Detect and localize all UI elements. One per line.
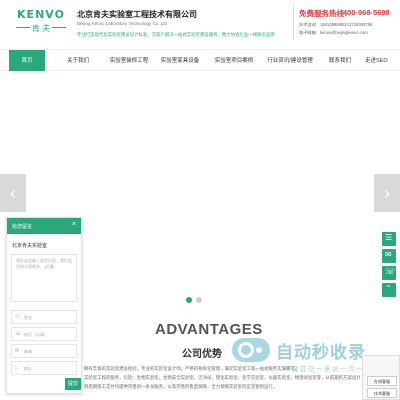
nav-item-lab-furniture[interactable]: 实验室家具设备 — [155, 50, 205, 72]
watermark-logo-icon — [232, 338, 270, 362]
address-placeholder: 地址 — [24, 366, 32, 371]
advantages-text-line: 到后期施工交付均提供完善的一条龙服务，以及完善的售后保障，全力保障实验室的正常使… — [84, 384, 278, 389]
form-title: 给您留言 — [12, 224, 33, 230]
side-tab-wechat[interactable]: ✉ — [382, 249, 396, 263]
home-icon: ⌂ — [15, 365, 19, 371]
mail-icon: ✉ — [385, 250, 392, 259]
logo-chinese-name: 肯 夫 — [31, 24, 51, 33]
company-english-name: Beijing Kenvo Laboratory Technology Co.,… — [77, 21, 167, 26]
submit-button[interactable]: 提交 — [65, 378, 81, 390]
close-icon[interactable]: × — [72, 221, 76, 228]
form-header: 给您留言 × — [7, 218, 81, 234]
advantages-title-en: ADVANTAGES — [155, 321, 263, 338]
banner-dot-2[interactable] — [196, 297, 202, 303]
advantages-title-cn: 公司优势 — [182, 349, 222, 360]
nav-item-lab-engineering[interactable]: 实验室装修工程 — [105, 50, 153, 72]
advantages-text-line: 实验室工程的服务，包括：生物实验室，生物安全实验室，洁净间，理化实验室，化学实验… — [84, 375, 361, 380]
email-placeholder: 邮箱 — [24, 349, 32, 354]
nav-item-about[interactable]: 关于我们 — [55, 50, 101, 72]
logo-divider-right — [52, 27, 66, 28]
company-name: 北京肯夫实验室工程技术有限公司 — [77, 10, 197, 19]
tech-service-button[interactable]: 技术客服 — [367, 388, 397, 398]
logo-wordmark: KENVO — [17, 8, 65, 21]
site-header: KENVO 肯 夫 北京肯夫实验室工程技术有限公司 Beijing Kenvo … — [0, 0, 400, 46]
mail-icon: ✉ — [15, 348, 20, 354]
watermark: 自动秒收录 一键提交一来访一次一自动收录 — [232, 338, 395, 374]
company-slogan: 专注打造现代化实验室建设设计标准，方案户解决一站式实验室建设服务，致力协会行业一… — [77, 32, 275, 37]
side-tab-online-service[interactable]: ☰ — [382, 232, 396, 246]
hotline-number[interactable]: 400-968-5698 — [343, 8, 390, 17]
side-tab-phone[interactable]: ☏ — [382, 266, 396, 280]
message-form: 给您留言 × 北京肯夫实验室 请在这里输入留言内容，我们会尽快与您联系。(必填)… — [6, 217, 82, 394]
message-textarea[interactable]: 请在这里输入留言内容，我们会尽快与您联系。(必填) — [11, 254, 77, 302]
service-widget: 在线客服 技术客服 — [362, 355, 400, 400]
watermark-text: 自动秒收录 — [276, 343, 366, 362]
form-subtitle: 北京肯夫实验室 — [12, 243, 48, 249]
address-field[interactable]: ⌂ 地址 — [11, 361, 77, 375]
online-service-button[interactable]: 在线客服 — [367, 376, 397, 386]
user-icon: ⚇ — [15, 314, 20, 320]
contact-phone: 技术咨询：15010985880/13716382756 — [299, 22, 373, 27]
name-placeholder: 姓名 — [24, 315, 32, 320]
nav-item-news[interactable]: 行业资讯/建设管理 — [262, 50, 318, 72]
nav-item-lab-cases[interactable]: 实验室项目案例 — [207, 50, 261, 72]
nav-item-contact[interactable]: 联系我们 — [320, 50, 360, 72]
header-divider — [293, 6, 294, 40]
banner-prev-arrow[interactable]: ‹ — [0, 174, 26, 212]
arrow-up-icon: ⌃ — [385, 284, 392, 293]
phone-icon: ☏ — [385, 267, 396, 276]
main-nav: 首页 关于我们 实验室装修工程 实验室家具设备 实验室项目案例 行业资讯/建设管… — [0, 49, 400, 72]
side-tab-back-to-top[interactable]: ⌃ — [382, 283, 396, 297]
nav-item-home[interactable]: 首页 — [9, 50, 45, 72]
banner-next-arrow[interactable]: › — [374, 174, 400, 212]
phone-icon: ☏ — [15, 331, 22, 337]
phone-placeholder: 电话（必填） — [24, 332, 48, 337]
banner-dot-1[interactable] — [186, 297, 192, 303]
contact-email[interactable]: 电子邮箱：kenvo@beijingkenvo.com — [299, 30, 368, 36]
nav-item-seo[interactable]: 走进SEO — [365, 50, 400, 72]
phone-field[interactable]: ☏ 电话（必填） — [11, 327, 77, 341]
menu-icon: ☰ — [385, 233, 393, 242]
watermark-dot — [256, 347, 262, 353]
company-logo[interactable]: KENVO 肯 夫 — [14, 8, 68, 38]
watermark-ring — [238, 342, 254, 358]
name-field[interactable]: ⚇ 姓名 — [11, 310, 77, 324]
email-field[interactable]: ✉ 邮箱 — [11, 344, 77, 358]
